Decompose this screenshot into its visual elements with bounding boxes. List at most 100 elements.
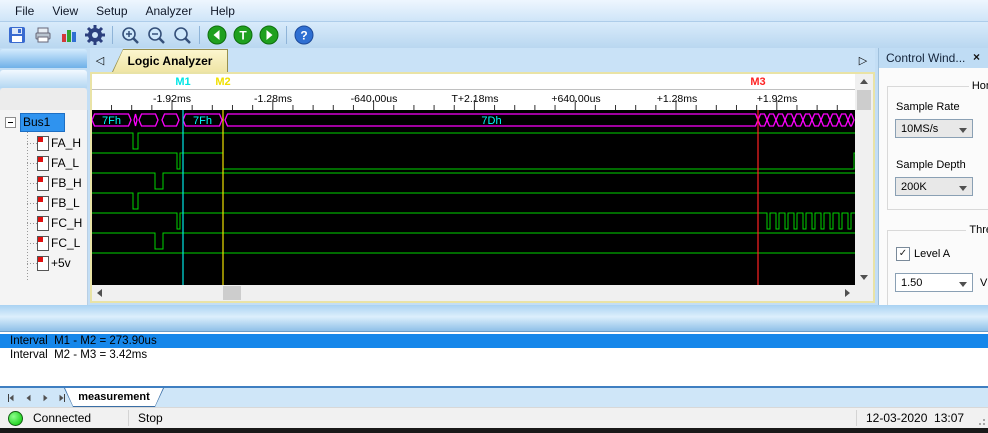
level-a-checkbox[interactable]: ✓ <box>896 247 910 261</box>
bus-value-label: 7Dh <box>481 115 501 127</box>
prev-page-icon[interactable] <box>21 392 35 404</box>
tab-measurement[interactable]: measurement <box>64 388 164 407</box>
bus-value-label: 7Fh <box>193 115 212 127</box>
acquisition-state: Stop <box>138 411 163 425</box>
channel-icon <box>37 215 49 231</box>
print-icon[interactable] <box>31 24 55 46</box>
bus-segment <box>766 113 777 127</box>
document-tab-strip: ◁ Logic Analyzer ▷ <box>90 48 875 72</box>
tree-item-fa-h[interactable]: FA_H <box>0 133 88 153</box>
scroll-up-icon[interactable] <box>855 74 873 89</box>
settings-gear-icon[interactable] <box>83 24 107 46</box>
collapse-icon[interactable] <box>5 117 16 128</box>
scroll-down-icon[interactable] <box>855 270 873 285</box>
window-divider-band <box>0 305 988 331</box>
zoom-icon[interactable] <box>170 24 194 46</box>
tree-item-fc-l[interactable]: FC_L <box>0 233 88 253</box>
panel-spacer <box>0 88 87 111</box>
menu-view[interactable]: View <box>43 2 87 20</box>
help-icon[interactable]: ? <box>292 24 316 46</box>
waveform-window: M1 M2 M3 -1.92ms -1.28ms -640.00us T+2.18ms +64… <box>90 72 875 303</box>
tab-scroll-left-icon[interactable]: ◁ <box>92 51 108 69</box>
measurement-panel: Interval M1 - M2 = 273.90us Interval M2 … <box>0 331 988 386</box>
docked-toolbar-band[interactable] <box>0 49 87 68</box>
resize-grip[interactable] <box>975 415 985 425</box>
scroll-right-icon[interactable] <box>840 285 855 301</box>
signal-trace-FB_H <box>92 172 855 190</box>
hscroll-thumb[interactable] <box>223 286 241 300</box>
marker-label-m2: M2 <box>215 76 230 88</box>
ruler-tick-label: T+2.18ms <box>452 93 499 105</box>
chevron-down-icon <box>959 128 967 133</box>
menu-setup[interactable]: Setup <box>87 2 136 20</box>
next-page-icon[interactable] <box>38 392 52 404</box>
status-separator <box>856 410 857 426</box>
first-page-icon[interactable] <box>4 392 18 404</box>
bus-segment <box>775 113 786 127</box>
channel-tree: Bus1 FA_H FA_L FB_H FB_L FC_H FC_L +5v <box>0 110 88 305</box>
bus-segment <box>133 113 138 127</box>
level-a-label: Level A <box>914 248 951 260</box>
tab-scroll-right-icon[interactable]: ▷ <box>855 51 871 69</box>
threshold-group: Thre ✓ Level A 1.50 V <box>887 224 988 312</box>
tree-item-fa-l[interactable]: FA_L <box>0 153 88 173</box>
bus-segment <box>811 113 822 127</box>
control-window-panel: Control Wind... × Hori Sample Rate 10MS/… <box>878 48 988 312</box>
connection-status: Connected <box>33 411 92 425</box>
nav-back-icon[interactable] <box>205 24 229 46</box>
save-icon[interactable] <box>5 24 29 46</box>
bus-segment <box>802 113 813 127</box>
status-bar: Connected Stop 12-03-2020 13:07 <box>0 407 988 428</box>
svg-text:T: T <box>239 29 247 43</box>
zoom-out-icon[interactable] <box>144 24 168 46</box>
menu-analyzer[interactable]: Analyzer <box>137 2 202 20</box>
tree-item-fc-h[interactable]: FC_H <box>0 213 88 233</box>
toolbar: T ? <box>0 22 988 48</box>
tree-item-5v[interactable]: +5v <box>0 253 88 273</box>
signal-trace-FC_L <box>92 232 855 250</box>
scroll-left-icon[interactable] <box>92 285 107 301</box>
bus-label[interactable]: Bus1 <box>20 113 66 132</box>
bus-segment <box>138 113 159 127</box>
bus-segment <box>838 113 849 127</box>
tab-logic-analyzer[interactable]: Logic Analyzer <box>112 49 228 72</box>
volt-unit-label: V <box>980 277 988 289</box>
docked-toolbar-band[interactable] <box>0 70 87 88</box>
zoom-in-icon[interactable] <box>118 24 142 46</box>
menu-help[interactable]: Help <box>201 2 244 20</box>
vertical-scrollbar[interactable] <box>855 74 873 285</box>
measurement-row-selected[interactable]: Interval M1 - M2 = 273.90us <box>0 334 988 348</box>
time-ruler: M1 M2 M3 -1.92ms -1.28ms -640.00us T+2.18ms +64… <box>92 74 855 110</box>
nav-trigger-icon[interactable]: T <box>231 24 255 46</box>
channel-icon <box>37 195 49 211</box>
tree-item-fb-h[interactable]: FB_H <box>0 173 88 193</box>
channel-icon <box>37 135 49 151</box>
marker-label-m3: M3 <box>750 76 765 88</box>
channel-icon <box>37 255 49 271</box>
signal-trace-FC_H <box>92 212 855 230</box>
chevron-down-icon <box>959 186 967 191</box>
bus-segment <box>820 113 831 127</box>
status-separator <box>128 410 129 426</box>
nav-forward-icon[interactable] <box>257 24 281 46</box>
bus-segment <box>784 113 795 127</box>
ruler-tick-label: +1.28ms <box>657 93 698 105</box>
measurement-row[interactable]: Interval M2 - M3 = 3.42ms <box>0 348 988 362</box>
tree-item-fb-l[interactable]: FB_L <box>0 193 88 213</box>
threshold-select[interactable]: 1.50 <box>895 273 973 292</box>
vscroll-thumb[interactable] <box>857 90 871 110</box>
sample-depth-select[interactable]: 200K <box>895 177 973 196</box>
bus-segment <box>829 113 840 127</box>
close-icon[interactable]: × <box>969 50 984 65</box>
chart-icon[interactable] <box>57 24 81 46</box>
horizontal-scrollbar[interactable] <box>92 285 855 301</box>
sample-rate-select[interactable]: 10MS/s <box>895 119 973 138</box>
screen-edge <box>0 428 988 433</box>
tree-item-bus1[interactable]: Bus1 <box>0 113 88 132</box>
waveform-plot[interactable]: 7Fh 7Fh 7Dh <box>91 110 855 285</box>
menu-bar: File View Setup Analyzer Help <box>0 0 988 22</box>
menu-file[interactable]: File <box>6 2 43 20</box>
sample-depth-label: Sample Depth <box>896 159 966 171</box>
bus-value-label: 7Fh <box>102 115 121 127</box>
bus-segment <box>793 113 804 127</box>
